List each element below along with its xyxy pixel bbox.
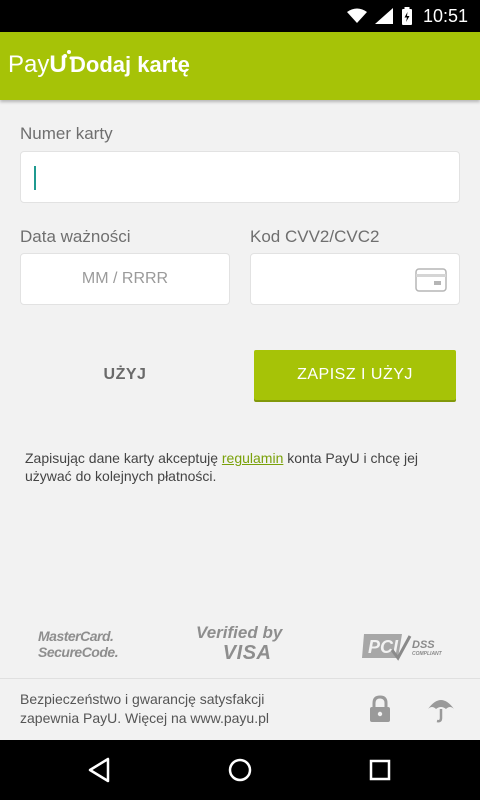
status-bar: 10:51 — [0, 0, 480, 32]
cvv-label: Kod CVV2/CVC2 — [250, 227, 380, 246]
umbrella-icon — [428, 700, 454, 723]
wifi-icon — [346, 8, 367, 23]
security-logos: MasterCard. SecureCode. Verified by VISA… — [0, 620, 480, 670]
logo-pay: Pay — [8, 51, 50, 78]
app-bar: PayU Dodaj kartę — [0, 32, 480, 100]
footer-divider — [0, 678, 480, 679]
back-icon[interactable] — [85, 755, 115, 785]
footer-text: Bezpieczeństwo i gwarancję satysfakcji z… — [20, 691, 270, 726]
navigation-bar — [0, 740, 480, 800]
page-title: Dodaj kartę — [70, 52, 190, 77]
use-button[interactable]: UŻYJ — [20, 350, 230, 400]
visa-line1: Verified by — [196, 623, 283, 642]
card-number-label: Numer karty — [20, 124, 113, 143]
home-icon[interactable] — [225, 755, 255, 785]
card-cvv-icon — [415, 268, 447, 292]
battery-icon — [401, 7, 412, 25]
pci-compliant-text: COMPLIANT — [412, 651, 443, 657]
terms-prefix: Zapisując dane karty akceptuję — [25, 450, 222, 466]
mastercard-line1: MasterCard. — [38, 628, 114, 644]
pci-dss-icon: PCI DSS COMPLIANT — [362, 634, 443, 661]
verified-by-visa-logo: Verified by VISA — [196, 623, 283, 665]
text-cursor — [34, 166, 36, 190]
pci-dss-text: DSS — [412, 639, 435, 651]
status-icons: 10:51 — [346, 0, 468, 32]
save-and-use-button[interactable]: ZAPISZ I UŻYJ — [254, 350, 456, 400]
signal-icon — [374, 8, 393, 24]
pci-dss-logo: PCI DSS COMPLIANT — [362, 628, 444, 667]
terms-link[interactable]: regulamin — [222, 450, 283, 466]
lock-icon — [370, 695, 390, 722]
visa-line2: VISA — [222, 642, 272, 664]
card-number-input[interactable] — [20, 151, 460, 203]
expiry-placeholder: MM / RRRR — [81, 270, 169, 287]
expiry-input[interactable]: MM / RRRR — [20, 253, 230, 305]
mastercard-securecode-logo: MasterCard. SecureCode. — [38, 628, 119, 660]
expiry-label: Data ważności — [20, 227, 131, 246]
recents-icon[interactable] — [365, 755, 395, 785]
terms-text: Zapisując dane karty akceptuję regulamin… — [25, 449, 465, 485]
cvv-input[interactable] — [250, 253, 460, 305]
status-time: 10:51 — [422, 6, 468, 26]
payu-logo: PayU — [8, 50, 73, 80]
mastercard-line2: SecureCode. — [38, 644, 119, 660]
